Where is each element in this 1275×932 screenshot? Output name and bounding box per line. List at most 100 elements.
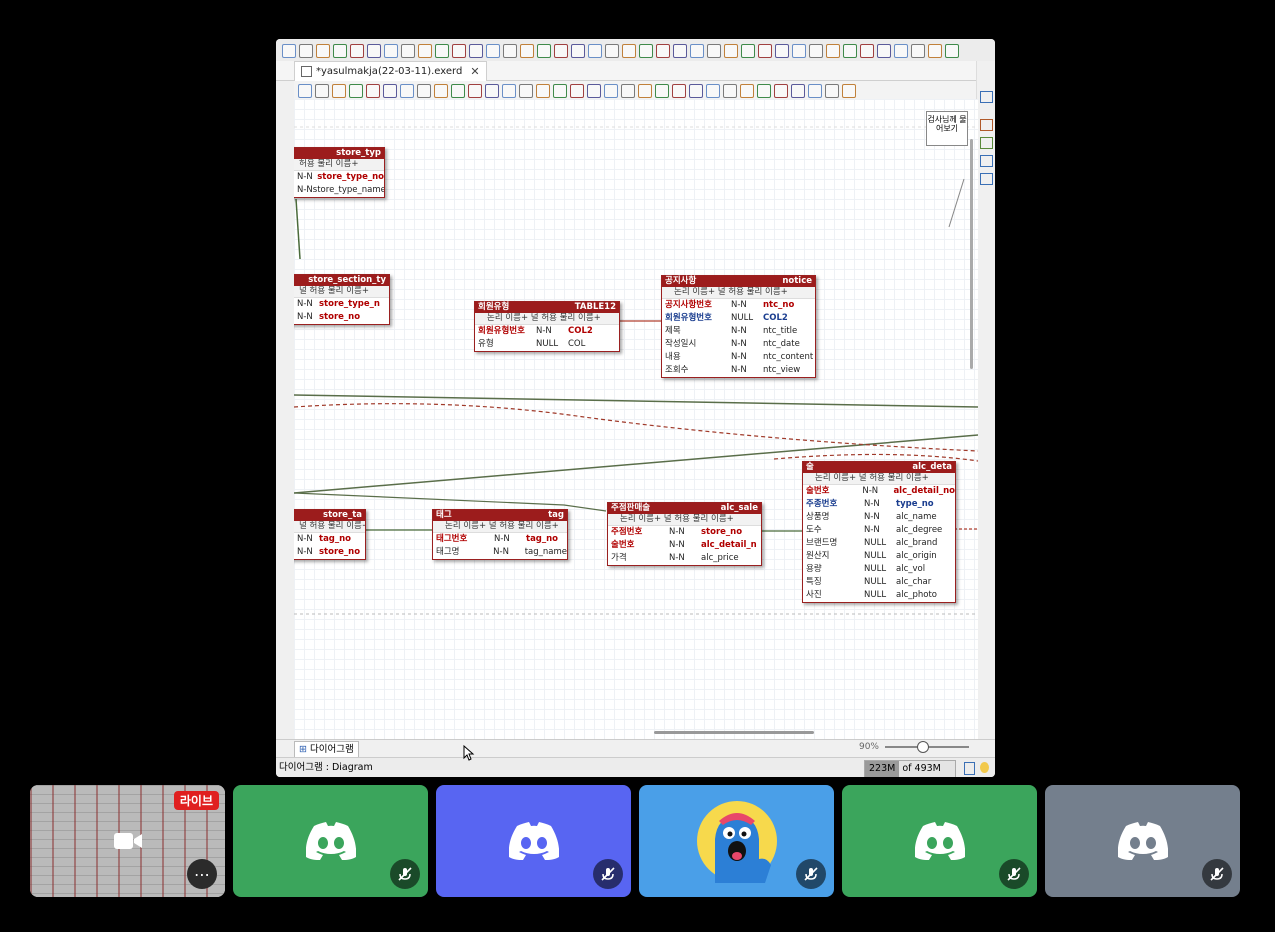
toolbar-button-icon[interactable] bbox=[468, 84, 482, 98]
toolbar-button-icon[interactable] bbox=[741, 44, 755, 58]
toolbar-button-icon[interactable] bbox=[333, 44, 347, 58]
toolbar-button-icon[interactable] bbox=[384, 44, 398, 58]
toolbar-button-icon[interactable] bbox=[689, 84, 703, 98]
toolbar-button-icon[interactable] bbox=[350, 44, 364, 58]
toolbar-button-icon[interactable] bbox=[656, 44, 670, 58]
panel-icon[interactable] bbox=[980, 91, 993, 103]
toolbar-button-icon[interactable] bbox=[349, 84, 363, 98]
toolbar-button-icon[interactable] bbox=[928, 44, 942, 58]
toolbar-button-icon[interactable] bbox=[570, 84, 584, 98]
toolbar-button-icon[interactable] bbox=[587, 84, 601, 98]
table-tag[interactable]: 태그 tag 논리 이름+ 널 허용 물리 이름+ 태그번호 N-N tag_no 태… bbox=[432, 509, 568, 560]
participant-tile[interactable] bbox=[1045, 785, 1240, 897]
toolbar-button-icon[interactable] bbox=[690, 44, 704, 58]
toolbar-button-icon[interactable] bbox=[417, 84, 431, 98]
editor-tab[interactable]: *yasulmakja(22-03-11).exerd ✕ bbox=[294, 61, 487, 81]
toolbar-button-icon[interactable] bbox=[672, 84, 686, 98]
participant-tile[interactable] bbox=[842, 785, 1037, 897]
toolbar-button-icon[interactable] bbox=[894, 44, 908, 58]
toolbar-button-icon[interactable] bbox=[519, 84, 533, 98]
toolbar-button-icon[interactable] bbox=[792, 44, 806, 58]
toolbar-button-icon[interactable] bbox=[791, 84, 805, 98]
toolbar-button-icon[interactable] bbox=[400, 84, 414, 98]
table-store-type[interactable]: store_typ 허용 물리 이름+ N-N store_type_no N-N… bbox=[294, 147, 385, 198]
toolbar-button-icon[interactable] bbox=[809, 44, 823, 58]
toolbar-button-icon[interactable] bbox=[553, 84, 567, 98]
toolbar-button-icon[interactable] bbox=[808, 84, 822, 98]
toolbar-button-icon[interactable] bbox=[877, 44, 891, 58]
toolbar-button-icon[interactable] bbox=[571, 44, 585, 58]
toolbar-button-icon[interactable] bbox=[298, 84, 312, 98]
toolbar-button-icon[interactable] bbox=[621, 84, 635, 98]
toolbar-button-icon[interactable] bbox=[655, 84, 669, 98]
toolbar-button-icon[interactable] bbox=[945, 44, 959, 58]
toolbar-button-icon[interactable] bbox=[622, 44, 636, 58]
toolbar-button-icon[interactable] bbox=[502, 84, 516, 98]
toolbar-button-icon[interactable] bbox=[707, 44, 721, 58]
toolbar-button-icon[interactable] bbox=[911, 44, 925, 58]
toolbar-button-icon[interactable] bbox=[366, 84, 380, 98]
stream-preview-tile[interactable]: 라이브 ⋯ bbox=[30, 785, 225, 897]
participant-tile[interactable] bbox=[233, 785, 428, 897]
toolbar-button-icon[interactable] bbox=[673, 44, 687, 58]
toolbar-button-icon[interactable] bbox=[486, 44, 500, 58]
toolbar-button-icon[interactable] bbox=[485, 84, 499, 98]
erd-canvas[interactable]: 검사님께 물어보기 store_typ 허용 물리 이름+ N-N store_t… bbox=[294, 99, 978, 739]
toolbar-button-icon[interactable] bbox=[639, 44, 653, 58]
toolbar-button-icon[interactable] bbox=[605, 44, 619, 58]
note-callout[interactable]: 검사님께 물어보기 bbox=[926, 111, 968, 146]
toolbar-button-icon[interactable] bbox=[724, 44, 738, 58]
toolbar-button-icon[interactable] bbox=[723, 84, 737, 98]
toolbar-button-icon[interactable] bbox=[536, 84, 550, 98]
table-store-tag[interactable]: store_ta 널 허용 물리 이름+ N-N tag_no N-N store_… bbox=[294, 509, 366, 560]
toolbar-button-icon[interactable] bbox=[537, 44, 551, 58]
participant-tile[interactable] bbox=[639, 785, 834, 897]
panel-icon[interactable] bbox=[980, 155, 993, 167]
table-store-section[interactable]: store_section_ty 널 허용 물리 이름+ N-N store_ty… bbox=[294, 274, 390, 325]
toolbar-button-icon[interactable] bbox=[604, 84, 618, 98]
toolbar-button-icon[interactable] bbox=[383, 84, 397, 98]
toolbar-button-icon[interactable] bbox=[588, 44, 602, 58]
toolbar-button-icon[interactable] bbox=[316, 44, 330, 58]
toolbar-button-icon[interactable] bbox=[401, 44, 415, 58]
table-alc-detail[interactable]: 술 alc_deta 논리 이름+ 널 허용 물리 이름+ 술번호 N-N alc_d… bbox=[802, 461, 956, 603]
toolbar-button-icon[interactable] bbox=[826, 44, 840, 58]
toolbar-button-icon[interactable] bbox=[860, 44, 874, 58]
toolbar-button-icon[interactable] bbox=[825, 84, 839, 98]
panel-icon[interactable] bbox=[980, 119, 993, 131]
toolbar-button-icon[interactable] bbox=[435, 44, 449, 58]
toolbar-button-icon[interactable] bbox=[282, 44, 296, 58]
toolbar-button-icon[interactable] bbox=[469, 44, 483, 58]
toolbar-button-icon[interactable] bbox=[638, 84, 652, 98]
toolbar-button-icon[interactable] bbox=[503, 44, 517, 58]
toolbar-button-icon[interactable] bbox=[758, 44, 772, 58]
table-notice[interactable]: 공지사항 notice 논리 이름+ 널 허용 물리 이름+ 공지사항번호 N-N n… bbox=[661, 275, 816, 378]
toolbar-button-icon[interactable] bbox=[299, 44, 313, 58]
toolbar-button-icon[interactable] bbox=[452, 44, 466, 58]
memory-indicator[interactable]: 223M of 493M bbox=[864, 760, 956, 777]
toolbar-button-icon[interactable] bbox=[757, 84, 771, 98]
toolbar-button-icon[interactable] bbox=[520, 44, 534, 58]
panel-icon[interactable] bbox=[980, 137, 993, 149]
table-member-type[interactable]: 회원유형 TABLE12 논리 이름+ 널 허용 물리 이름+ 회원유형번호 N-N… bbox=[474, 301, 620, 352]
zoom-slider-knob[interactable] bbox=[917, 741, 929, 753]
toolbar-button-icon[interactable] bbox=[367, 44, 381, 58]
toolbar-button-icon[interactable] bbox=[332, 84, 346, 98]
table-alc-sale[interactable]: 주점판매술 alc_sale 논리 이름+ 널 허용 물리 이름+ 주점번호 N-N… bbox=[607, 502, 762, 566]
panel-icon[interactable] bbox=[980, 173, 993, 185]
participant-tile[interactable] bbox=[436, 785, 631, 897]
toolbar-button-icon[interactable] bbox=[315, 84, 329, 98]
close-icon[interactable]: ✕ bbox=[470, 63, 479, 81]
toolbar-button-icon[interactable] bbox=[706, 84, 720, 98]
toolbar-button-icon[interactable] bbox=[775, 44, 789, 58]
toolbar-button-icon[interactable] bbox=[451, 84, 465, 98]
toolbar-button-icon[interactable] bbox=[774, 84, 788, 98]
zoom-slider[interactable] bbox=[885, 741, 969, 753]
toolbar-button-icon[interactable] bbox=[842, 84, 856, 98]
horizontal-scrollbar[interactable] bbox=[654, 731, 814, 734]
trash-icon[interactable] bbox=[964, 762, 975, 775]
toolbar-button-icon[interactable] bbox=[554, 44, 568, 58]
toolbar-button-icon[interactable] bbox=[740, 84, 754, 98]
toolbar-button-icon[interactable] bbox=[843, 44, 857, 58]
lightbulb-icon[interactable] bbox=[980, 762, 989, 773]
